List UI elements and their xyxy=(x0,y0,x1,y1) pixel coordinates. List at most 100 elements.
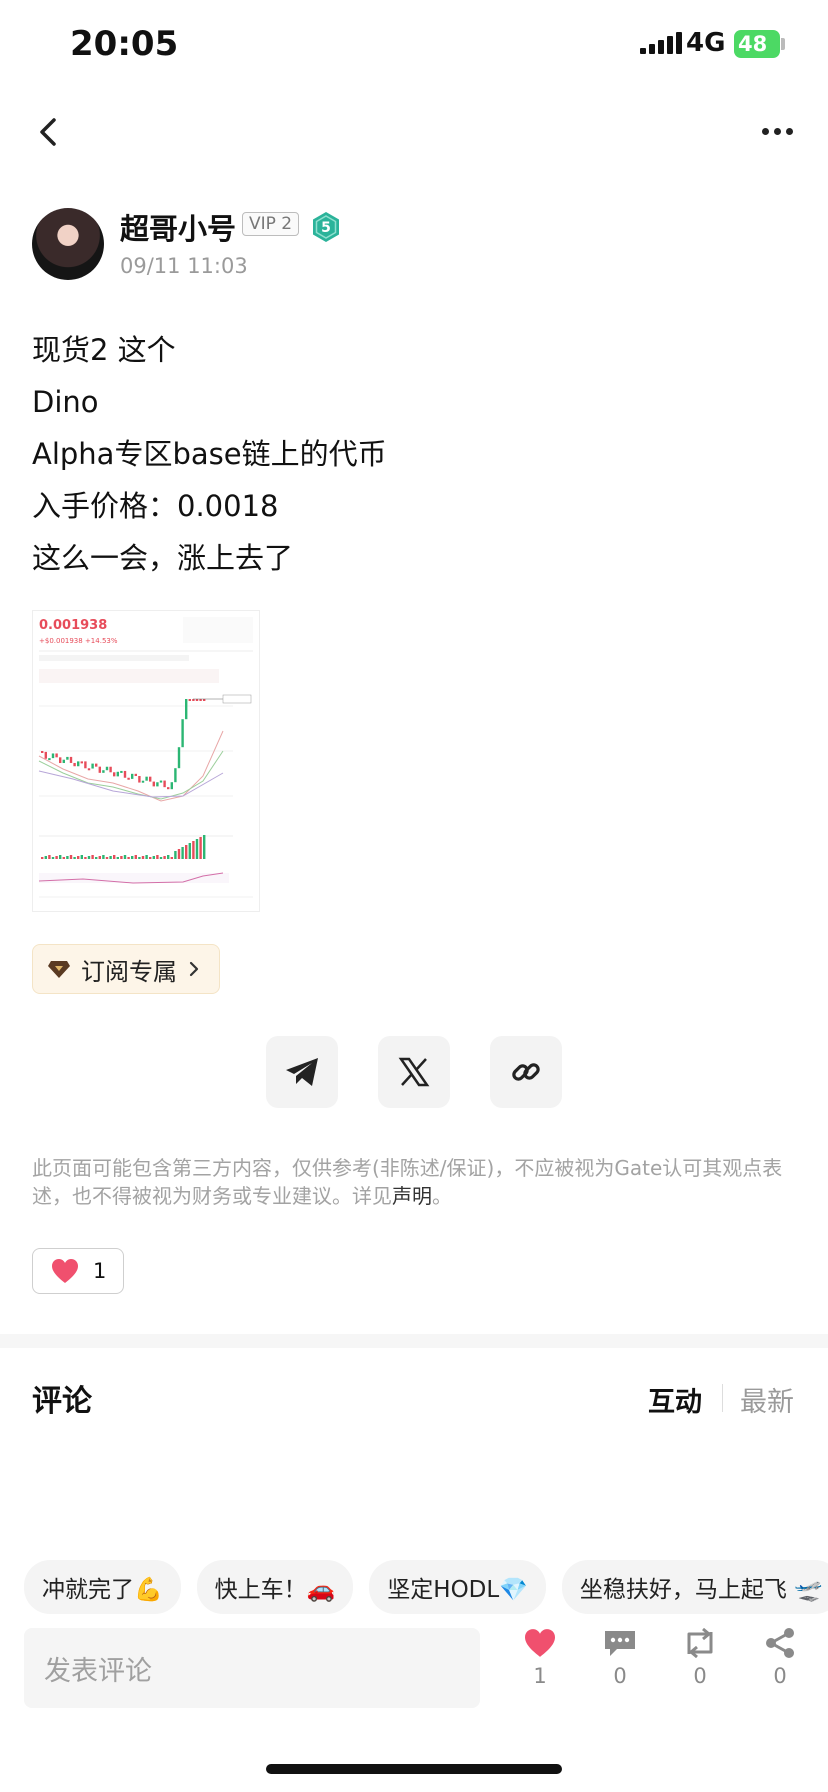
chart-volume-bar xyxy=(62,857,65,859)
chevron-left-icon xyxy=(40,118,56,146)
share-icon xyxy=(766,1628,794,1658)
chart-candle xyxy=(66,756,69,760)
chart-candle xyxy=(149,776,152,782)
disclaimer-link[interactable]: 声明 xyxy=(392,1184,432,1208)
level-text: 5 xyxy=(321,220,331,236)
chart-candle xyxy=(109,766,112,773)
chart-candle xyxy=(77,761,80,767)
action-repost[interactable]: 0 xyxy=(670,1628,730,1688)
chart-volume-bar xyxy=(203,835,206,859)
chart-candle xyxy=(192,699,195,701)
chart-candle xyxy=(203,699,206,701)
chart-volume-bar xyxy=(145,855,148,859)
chart-volume-bar xyxy=(188,843,191,859)
like-count: 1 xyxy=(93,1259,107,1283)
back-button[interactable] xyxy=(30,112,70,152)
chart-volume-bar xyxy=(192,841,195,859)
chart-candle xyxy=(69,756,73,763)
comment-input[interactable]: 发表评论 xyxy=(24,1628,480,1708)
more-dot xyxy=(762,127,769,135)
like-button[interactable]: 1 xyxy=(32,1248,124,1294)
heart-icon xyxy=(525,1629,555,1657)
chart-candle xyxy=(59,757,62,764)
chart-candle xyxy=(177,747,181,769)
action-like[interactable]: 1 xyxy=(510,1628,570,1688)
quick-reply-chip[interactable]: 快上车！🚗 xyxy=(196,1560,354,1614)
post-image-chart[interactable]: 0.001938 +$0.001938 +14.53% xyxy=(32,610,260,912)
action-share[interactable]: 0 xyxy=(750,1628,810,1688)
share-telegram-button[interactable] xyxy=(266,1036,338,1108)
chart-volume-bar xyxy=(77,856,80,859)
chart-candle xyxy=(44,751,47,759)
chart-volume-bar xyxy=(98,856,101,859)
more-options-button[interactable] xyxy=(762,116,806,146)
quick-reply-chip[interactable]: 坚定HODL💎 xyxy=(369,1560,546,1614)
chart-volume-bar xyxy=(116,857,119,859)
tab-interact[interactable]: 互动 xyxy=(648,1380,702,1419)
chart-volume-bar xyxy=(84,857,87,859)
chart-candle xyxy=(174,768,177,783)
chart-volume-bar xyxy=(55,856,58,859)
chart-volume-bar xyxy=(185,845,188,859)
chart-volume-bar xyxy=(174,851,177,859)
chart-volume-bar xyxy=(138,857,141,859)
chart-candle xyxy=(181,719,184,748)
action-like-count: 1 xyxy=(533,1664,547,1688)
chart-candle xyxy=(159,780,163,783)
author-name[interactable]: 超哥小号 xyxy=(120,206,236,248)
comments-title: 评论 xyxy=(32,1384,92,1419)
post-line: Dino xyxy=(32,385,99,419)
disclaimer-end: 。 xyxy=(432,1184,452,1208)
chart-candle xyxy=(62,759,65,764)
chart-change: +$0.001938 +14.53% xyxy=(39,637,118,645)
quick-reply-row: 冲就完了💪 快上车！🚗 坚定HODL💎 坐稳扶好，马上起飞 🛫 xyxy=(24,1560,828,1614)
chart-volume-bar xyxy=(91,855,94,859)
quick-reply-chip[interactable]: 坐稳扶好，马上起飞 🛫 xyxy=(561,1560,828,1614)
heart-icon xyxy=(52,1259,78,1283)
chart-candle xyxy=(51,753,55,759)
chart-volume-bar xyxy=(195,839,199,859)
chart-candle xyxy=(123,770,127,778)
tab-latest[interactable]: 最新 xyxy=(740,1380,794,1419)
subscribe-label: 订阅专属 xyxy=(81,957,177,986)
vip-badge: VIP 2 xyxy=(242,212,300,236)
chart-candle xyxy=(102,770,105,773)
chart-volume-bar xyxy=(199,837,202,859)
chart-candle xyxy=(152,781,155,787)
chart-volume-bar xyxy=(181,847,184,859)
subscribe-exclusive-button[interactable]: 订阅专属 xyxy=(32,944,220,994)
quick-reply-chip[interactable]: 冲就完了💪 xyxy=(24,1560,181,1614)
diamond-icon xyxy=(48,961,70,978)
chart-candle xyxy=(156,782,159,787)
chart-volume-bar xyxy=(123,855,127,859)
chart-volume-bar xyxy=(87,856,91,859)
chart-candle xyxy=(163,780,166,788)
chart-volume-bar xyxy=(48,855,51,859)
chart-candle xyxy=(134,773,137,777)
chart-candle xyxy=(138,776,141,783)
chart-candle xyxy=(55,753,58,758)
post-content: 现货2 这个 Dino Alpha专区base链上的代币 入手价格：0.0018… xyxy=(32,324,792,584)
chart-volume-bar xyxy=(80,855,83,859)
avatar[interactable] xyxy=(32,208,104,280)
chart-volume-bar xyxy=(163,856,166,859)
chart-volume-bar xyxy=(134,855,137,859)
chart-price: 0.001938 xyxy=(39,618,107,633)
section-divider xyxy=(0,1334,828,1348)
link-icon xyxy=(512,1063,540,1081)
chart-candle xyxy=(131,773,134,779)
disclaimer: 此页面可能包含第三方内容，仅供参考(非陈述/保证)，不应被视为Gate认可其观点… xyxy=(32,1154,802,1210)
chart-candle xyxy=(84,761,87,769)
action-comment[interactable]: 0 xyxy=(590,1628,650,1688)
x-logo-icon xyxy=(398,1057,430,1087)
chart-volume-bar xyxy=(152,856,155,859)
signal-icon xyxy=(640,32,682,54)
post-line: 现货2 这个 xyxy=(32,333,176,367)
battery-tip xyxy=(781,38,785,50)
chart-candle xyxy=(80,761,83,764)
chart-volume-bar xyxy=(105,857,109,859)
copy-link-button[interactable] xyxy=(490,1036,562,1108)
share-x-button[interactable] xyxy=(378,1036,450,1108)
chart-candle xyxy=(127,777,130,780)
chart-candle xyxy=(195,699,199,701)
